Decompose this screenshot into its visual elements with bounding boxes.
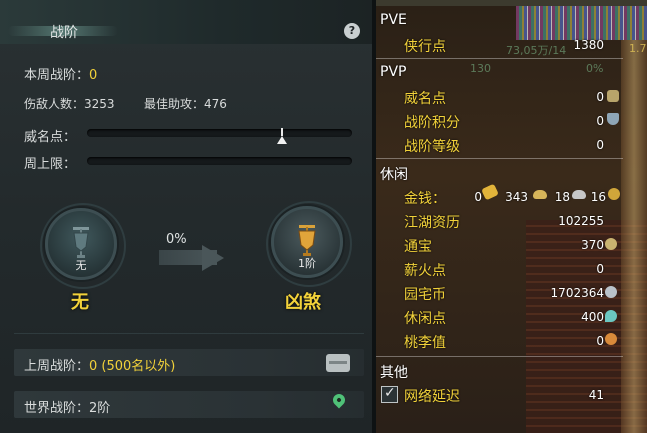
money-copper-value: 18	[554, 190, 570, 204]
last-week-value: 0 (500名以外)	[89, 359, 176, 374]
next-badge-label: 1阶	[298, 257, 316, 270]
reward-chest-icon[interactable]	[326, 354, 350, 372]
xinhuo-label: 薪火点	[404, 263, 446, 279]
world-rank: 世界战阶：2阶	[24, 397, 110, 416]
weekly-cap-bar	[87, 157, 352, 165]
network-latency-label: 网络延迟	[404, 389, 460, 405]
next-rank-badge[interactable]: 1阶	[266, 201, 352, 287]
overlay-text-4: 1.7	[629, 42, 647, 55]
money-silver-value: 343	[505, 190, 528, 204]
money-other-value: 16	[590, 190, 606, 204]
last-week-label: 上周战阶：	[24, 359, 90, 374]
jianghu-label: 江湖资历	[404, 215, 460, 231]
world-rank-value: 2阶	[89, 401, 111, 416]
jianghu-value: 102255	[558, 214, 604, 228]
panel-title: 战阶	[50, 25, 78, 41]
yuanzhai-label: 园宅币	[404, 287, 446, 303]
copper-ingot-icon	[572, 190, 586, 199]
background-pillar	[621, 40, 647, 433]
network-latency-value: 41	[588, 388, 604, 402]
xiaxing-label: 侠行点	[404, 39, 446, 55]
assists-value: 476	[204, 97, 227, 111]
divider	[14, 333, 364, 334]
silver-ingot-icon	[533, 190, 547, 199]
weekly-cap-label: 周上限：	[24, 157, 77, 172]
section-other: 其他	[380, 365, 408, 381]
separator	[376, 58, 623, 59]
current-rank-name: 无	[71, 292, 89, 313]
weekly-rank-row: 本周战阶：0	[24, 64, 97, 83]
weekly-rank-value: 0	[89, 68, 98, 83]
kills-label: 伤敌人数：	[24, 97, 85, 111]
kills-stat: 伤敌人数：3253	[24, 95, 115, 112]
current-rank-badge[interactable]: 无	[40, 203, 126, 289]
xiaxing-value: 1380	[573, 38, 604, 52]
current-badge-label: 无	[75, 259, 87, 272]
rank-score-value: 0	[596, 114, 604, 128]
assists-stat: 最佳助攻：476	[144, 95, 227, 112]
money-label: 金钱：	[404, 191, 446, 207]
kills-value: 3253	[84, 97, 115, 111]
prestige-icon	[607, 90, 619, 102]
progress-arrow-tip	[202, 245, 224, 271]
peach-icon	[605, 333, 617, 345]
prestige-points-value: 0	[596, 90, 604, 104]
top-edge	[376, 0, 647, 6]
prestige-points-label: 威名点	[404, 91, 446, 107]
tongbao-label: 通宝	[404, 239, 432, 255]
prestige-bar	[87, 129, 352, 137]
rank-progress-percent: 0%	[166, 232, 187, 247]
panel-titlebar: 战阶 ?	[0, 0, 372, 44]
yuanzhai-value: 1702364	[550, 286, 604, 300]
leisure-points-value: 400	[581, 310, 604, 324]
last-week-rank: 上周战阶：0 (500名以外)	[24, 355, 175, 374]
leaf-icon	[605, 310, 617, 322]
currency-panel: 73,05万/14 130 0% 1.7 PVE 侠行点 1380 PVP 威名…	[376, 0, 647, 433]
prestige-marker	[277, 128, 287, 146]
leisure-points-label: 休闲点	[404, 311, 446, 327]
coin-icon	[608, 188, 620, 200]
weekly-rank-label: 本周战阶：	[24, 68, 90, 83]
tongbao-value: 370	[581, 238, 604, 252]
banner-icon	[73, 227, 89, 258]
world-rank-label: 世界战阶：	[24, 401, 90, 416]
battle-rank-panel: 战阶 ? 本周战阶：0 伤敌人数：3253 最佳助攻：476 威名点： 周上限：…	[0, 0, 372, 433]
section-leisure: 休闲	[380, 167, 408, 183]
separator	[376, 158, 623, 159]
taoli-label: 桃李值	[404, 335, 446, 351]
separator	[376, 356, 623, 357]
prestige-label: 威名点：	[24, 130, 77, 145]
section-pvp: PVP	[380, 64, 407, 80]
rank-score-label: 战阶积分	[404, 115, 460, 131]
money-gold-value: 0	[474, 190, 482, 204]
assists-label: 最佳助攻：	[144, 97, 205, 111]
network-latency-checkbox[interactable]: ✓	[381, 385, 398, 403]
background-scenery	[516, 0, 647, 40]
yuanzhai-coin-icon	[605, 286, 617, 298]
next-rank-name: 凶煞	[285, 292, 321, 313]
shield-icon	[607, 113, 619, 125]
section-pve: PVE	[380, 12, 407, 28]
overlay-text-2: 130	[470, 62, 491, 75]
overlay-text-3: 0%	[586, 62, 604, 75]
golden-banner-icon	[298, 225, 316, 256]
rank-level-label: 战阶等级	[404, 139, 460, 155]
rank-level-value: 0	[596, 138, 604, 152]
tongbao-coin-icon	[605, 238, 617, 250]
xinhuo-value: 0	[596, 262, 604, 276]
help-icon[interactable]: ?	[344, 23, 360, 39]
taoli-value: 0	[596, 334, 604, 348]
